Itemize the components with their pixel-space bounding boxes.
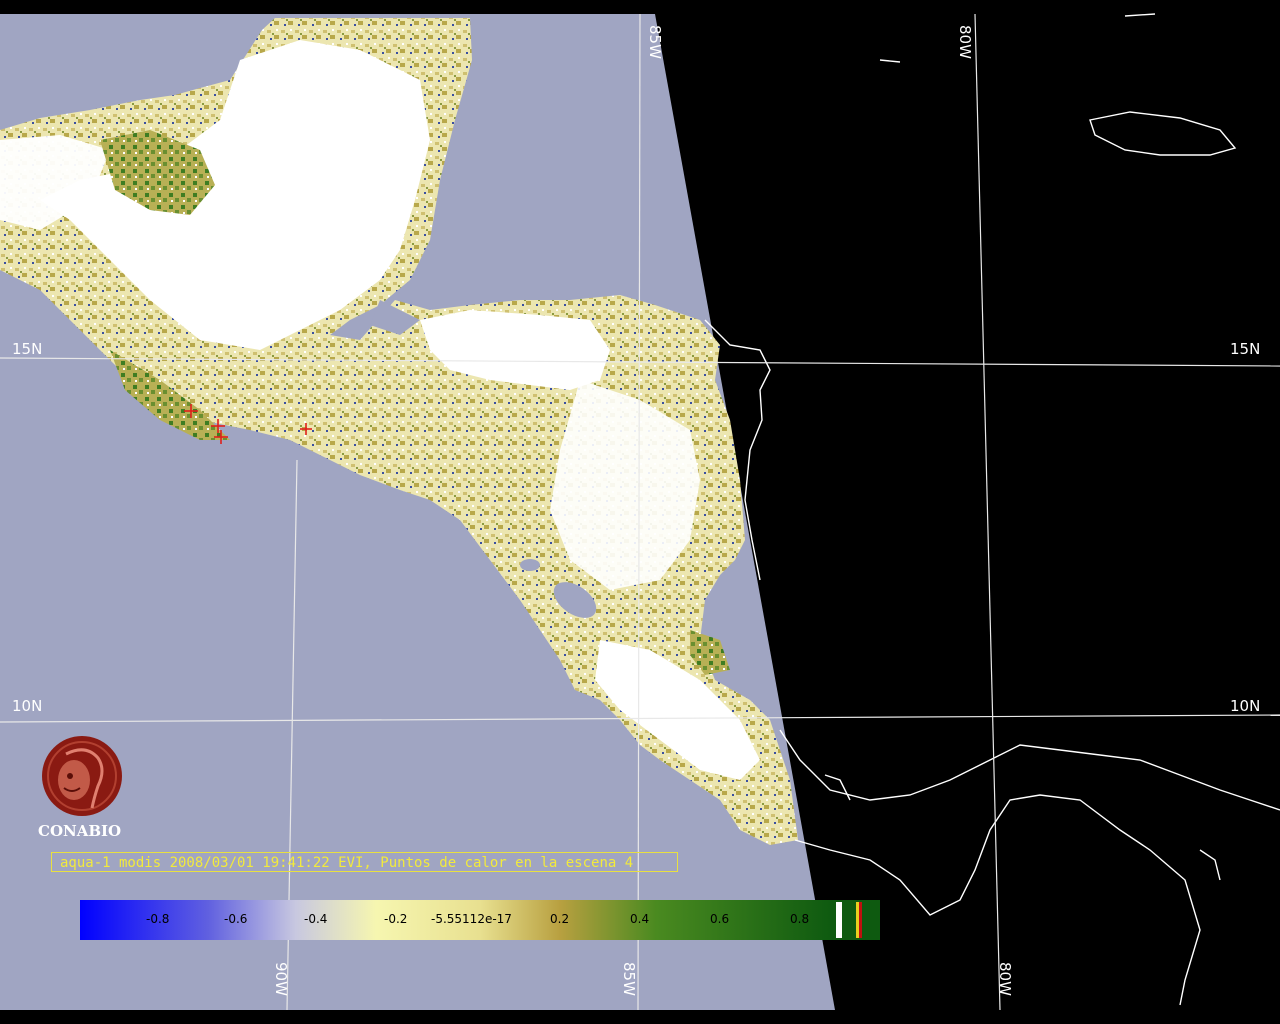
colorbar-tick-label: -5.55112e-17 xyxy=(431,912,512,926)
lon-label-80w-top: 80W xyxy=(956,25,974,59)
colorbar-tick-label: 0.2 xyxy=(550,912,570,926)
lat-label-15n-left: 15N xyxy=(12,340,43,358)
lon-label-80w-bottom: 80W xyxy=(996,962,1014,996)
lat-label-15n-right: 15N xyxy=(1230,340,1261,358)
logo-text: CONABIO xyxy=(38,822,122,840)
colorbar-tick-label: -0.6 xyxy=(224,912,248,926)
map-caption: aqua-1 modis 2008/03/01 19:41:22 EVI, Pu… xyxy=(51,852,678,872)
conabio-logo xyxy=(42,736,122,816)
lake-managua xyxy=(520,559,540,571)
lon-label-90w-bottom: 90W xyxy=(272,962,290,996)
colorbar-tick-label: 0.4 xyxy=(630,912,650,926)
lon-label-85w-top: 85W xyxy=(646,25,664,59)
colorbar-tick-label: 0.8 xyxy=(790,912,810,926)
lon-label-85w-bottom: 85W xyxy=(620,962,638,996)
colorbar-tick-label: -0.2 xyxy=(384,912,408,926)
colorbar-tick-label: -0.4 xyxy=(304,912,328,926)
colorbar-tick-label: 0.6 xyxy=(710,912,730,926)
lat-label-10n-right: 10N xyxy=(1230,697,1261,715)
colorbar-tick-label: -0.8 xyxy=(146,912,170,926)
map-viewer: 15N 15N 10N 10N 85W 80W 90W 85W 80W CONA… xyxy=(0,0,1280,1024)
lat-label-10n-left: 10N xyxy=(12,697,43,715)
